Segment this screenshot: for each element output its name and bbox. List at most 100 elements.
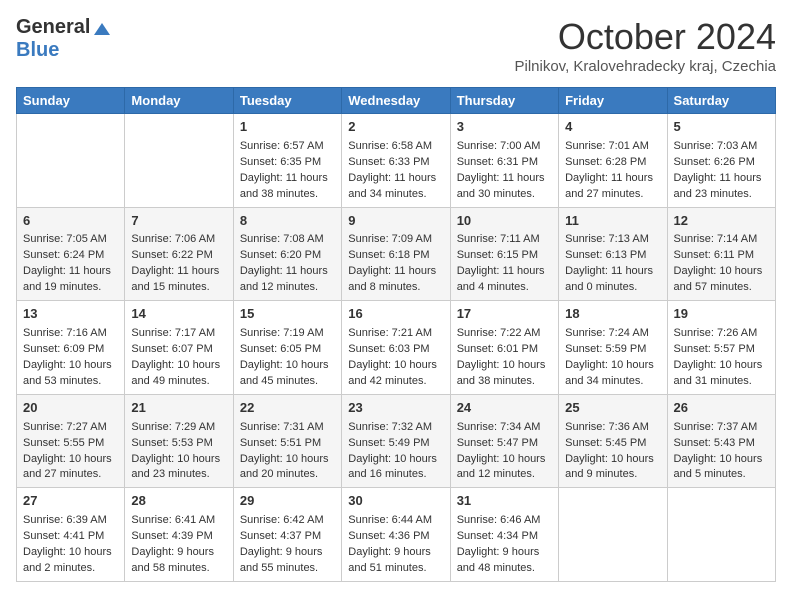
week-row-1: 1Sunrise: 6:57 AMSunset: 6:35 PMDaylight…: [17, 114, 776, 208]
cell-line: Daylight: 10 hours and 57 minutes.: [674, 264, 769, 296]
cell-content: 18Sunrise: 7:24 AMSunset: 5:59 PMDayligh…: [565, 305, 660, 390]
cell-line: Sunset: 4:36 PM: [348, 529, 443, 545]
calendar-cell: 7Sunrise: 7:06 AMSunset: 6:22 PMDaylight…: [125, 207, 233, 301]
calendar-cell: 4Sunrise: 7:01 AMSunset: 6:28 PMDaylight…: [559, 114, 667, 208]
cell-line: Sunset: 6:01 PM: [457, 342, 552, 358]
header-friday: Friday: [559, 88, 667, 114]
calendar-cell: [667, 488, 775, 582]
cell-content: 13Sunrise: 7:16 AMSunset: 6:09 PMDayligh…: [23, 305, 118, 390]
cell-content: 16Sunrise: 7:21 AMSunset: 6:03 PMDayligh…: [348, 305, 443, 390]
calendar-cell: 11Sunrise: 7:13 AMSunset: 6:13 PMDayligh…: [559, 207, 667, 301]
header-wednesday: Wednesday: [342, 88, 450, 114]
day-number: 19: [674, 305, 769, 324]
week-row-4: 20Sunrise: 7:27 AMSunset: 5:55 PMDayligh…: [17, 394, 776, 488]
month-title: October 2024: [515, 16, 777, 58]
logo-blue-text: Blue: [16, 39, 59, 61]
calendar-table: Sunday Monday Tuesday Wednesday Thursday…: [16, 87, 776, 582]
cell-content: 20Sunrise: 7:27 AMSunset: 5:55 PMDayligh…: [23, 399, 118, 484]
cell-line: Sunset: 6:11 PM: [674, 248, 769, 264]
cell-content: 30Sunrise: 6:44 AMSunset: 4:36 PMDayligh…: [348, 492, 443, 577]
cell-line: Daylight: 10 hours and 9 minutes.: [565, 452, 660, 484]
cell-line: Sunrise: 7:19 AM: [240, 326, 335, 342]
calendar-cell: 2Sunrise: 6:58 AMSunset: 6:33 PMDaylight…: [342, 114, 450, 208]
calendar-cell: 6Sunrise: 7:05 AMSunset: 6:24 PMDaylight…: [17, 207, 125, 301]
cell-line: Daylight: 10 hours and 53 minutes.: [23, 358, 118, 390]
cell-line: Sunrise: 6:42 AM: [240, 513, 335, 529]
calendar-cell: 27Sunrise: 6:39 AMSunset: 4:41 PMDayligh…: [17, 488, 125, 582]
cell-line: Daylight: 11 hours and 12 minutes.: [240, 264, 335, 296]
week-row-2: 6Sunrise: 7:05 AMSunset: 6:24 PMDaylight…: [17, 207, 776, 301]
cell-content: 23Sunrise: 7:32 AMSunset: 5:49 PMDayligh…: [348, 399, 443, 484]
title-area: October 2024 Pilnikov, Kralovehradecky k…: [515, 16, 777, 75]
header-sunday: Sunday: [17, 88, 125, 114]
cell-line: Sunset: 6:09 PM: [23, 342, 118, 358]
cell-line: Sunrise: 6:57 AM: [240, 139, 335, 155]
cell-content: 24Sunrise: 7:34 AMSunset: 5:47 PMDayligh…: [457, 399, 552, 484]
calendar-cell: 12Sunrise: 7:14 AMSunset: 6:11 PMDayligh…: [667, 207, 775, 301]
week-row-3: 13Sunrise: 7:16 AMSunset: 6:09 PMDayligh…: [17, 301, 776, 395]
cell-line: Sunset: 6:07 PM: [131, 342, 226, 358]
calendar-cell: [125, 114, 233, 208]
calendar-cell: 22Sunrise: 7:31 AMSunset: 5:51 PMDayligh…: [233, 394, 341, 488]
cell-line: Sunrise: 7:09 AM: [348, 232, 443, 248]
logo: General Blue: [16, 16, 112, 62]
cell-line: Sunset: 6:26 PM: [674, 155, 769, 171]
day-number: 27: [23, 492, 118, 511]
cell-line: Daylight: 10 hours and 27 minutes.: [23, 452, 118, 484]
calendar-cell: 18Sunrise: 7:24 AMSunset: 5:59 PMDayligh…: [559, 301, 667, 395]
calendar-cell: [559, 488, 667, 582]
day-number: 2: [348, 118, 443, 137]
cell-line: Sunrise: 7:37 AM: [674, 420, 769, 436]
day-number: 24: [457, 399, 552, 418]
calendar-cell: 25Sunrise: 7:36 AMSunset: 5:45 PMDayligh…: [559, 394, 667, 488]
cell-line: Sunset: 5:53 PM: [131, 436, 226, 452]
cell-line: Sunset: 6:24 PM: [23, 248, 118, 264]
cell-line: Daylight: 11 hours and 4 minutes.: [457, 264, 552, 296]
cell-line: Daylight: 11 hours and 0 minutes.: [565, 264, 660, 296]
day-number: 22: [240, 399, 335, 418]
cell-line: Sunrise: 7:08 AM: [240, 232, 335, 248]
day-number: 18: [565, 305, 660, 324]
header-saturday: Saturday: [667, 88, 775, 114]
cell-line: Sunrise: 6:58 AM: [348, 139, 443, 155]
cell-content: 7Sunrise: 7:06 AMSunset: 6:22 PMDaylight…: [131, 212, 226, 297]
cell-line: Sunset: 4:41 PM: [23, 529, 118, 545]
cell-line: Sunset: 6:18 PM: [348, 248, 443, 264]
cell-content: 10Sunrise: 7:11 AMSunset: 6:15 PMDayligh…: [457, 212, 552, 297]
day-number: 31: [457, 492, 552, 511]
cell-line: Sunset: 5:43 PM: [674, 436, 769, 452]
cell-line: Sunset: 5:47 PM: [457, 436, 552, 452]
cell-content: 5Sunrise: 7:03 AMSunset: 6:26 PMDaylight…: [674, 118, 769, 203]
cell-line: Sunrise: 7:24 AM: [565, 326, 660, 342]
cell-line: Daylight: 10 hours and 49 minutes.: [131, 358, 226, 390]
cell-line: Daylight: 11 hours and 19 minutes.: [23, 264, 118, 296]
calendar-cell: 10Sunrise: 7:11 AMSunset: 6:15 PMDayligh…: [450, 207, 558, 301]
cell-line: Daylight: 9 hours and 58 minutes.: [131, 545, 226, 577]
cell-line: Daylight: 10 hours and 31 minutes.: [674, 358, 769, 390]
calendar-cell: 29Sunrise: 6:42 AMSunset: 4:37 PMDayligh…: [233, 488, 341, 582]
day-number: 14: [131, 305, 226, 324]
calendar-cell: 15Sunrise: 7:19 AMSunset: 6:05 PMDayligh…: [233, 301, 341, 395]
day-number: 1: [240, 118, 335, 137]
cell-line: Sunset: 6:28 PM: [565, 155, 660, 171]
cell-line: Sunset: 4:37 PM: [240, 529, 335, 545]
cell-content: 27Sunrise: 6:39 AMSunset: 4:41 PMDayligh…: [23, 492, 118, 577]
day-number: 26: [674, 399, 769, 418]
cell-line: Sunrise: 7:17 AM: [131, 326, 226, 342]
day-number: 12: [674, 212, 769, 231]
cell-line: Sunrise: 7:06 AM: [131, 232, 226, 248]
cell-line: Daylight: 11 hours and 30 minutes.: [457, 171, 552, 203]
cell-line: Sunrise: 7:31 AM: [240, 420, 335, 436]
cell-content: 12Sunrise: 7:14 AMSunset: 6:11 PMDayligh…: [674, 212, 769, 297]
page-header: General Blue October 2024 Pilnikov, Kral…: [16, 16, 776, 75]
cell-line: Sunrise: 7:29 AM: [131, 420, 226, 436]
cell-line: Sunset: 6:15 PM: [457, 248, 552, 264]
cell-line: Sunrise: 7:16 AM: [23, 326, 118, 342]
cell-line: Daylight: 9 hours and 51 minutes.: [348, 545, 443, 577]
header-monday: Monday: [125, 88, 233, 114]
calendar-cell: [17, 114, 125, 208]
day-number: 11: [565, 212, 660, 231]
header-tuesday: Tuesday: [233, 88, 341, 114]
day-number: 16: [348, 305, 443, 324]
calendar-cell: 28Sunrise: 6:41 AMSunset: 4:39 PMDayligh…: [125, 488, 233, 582]
